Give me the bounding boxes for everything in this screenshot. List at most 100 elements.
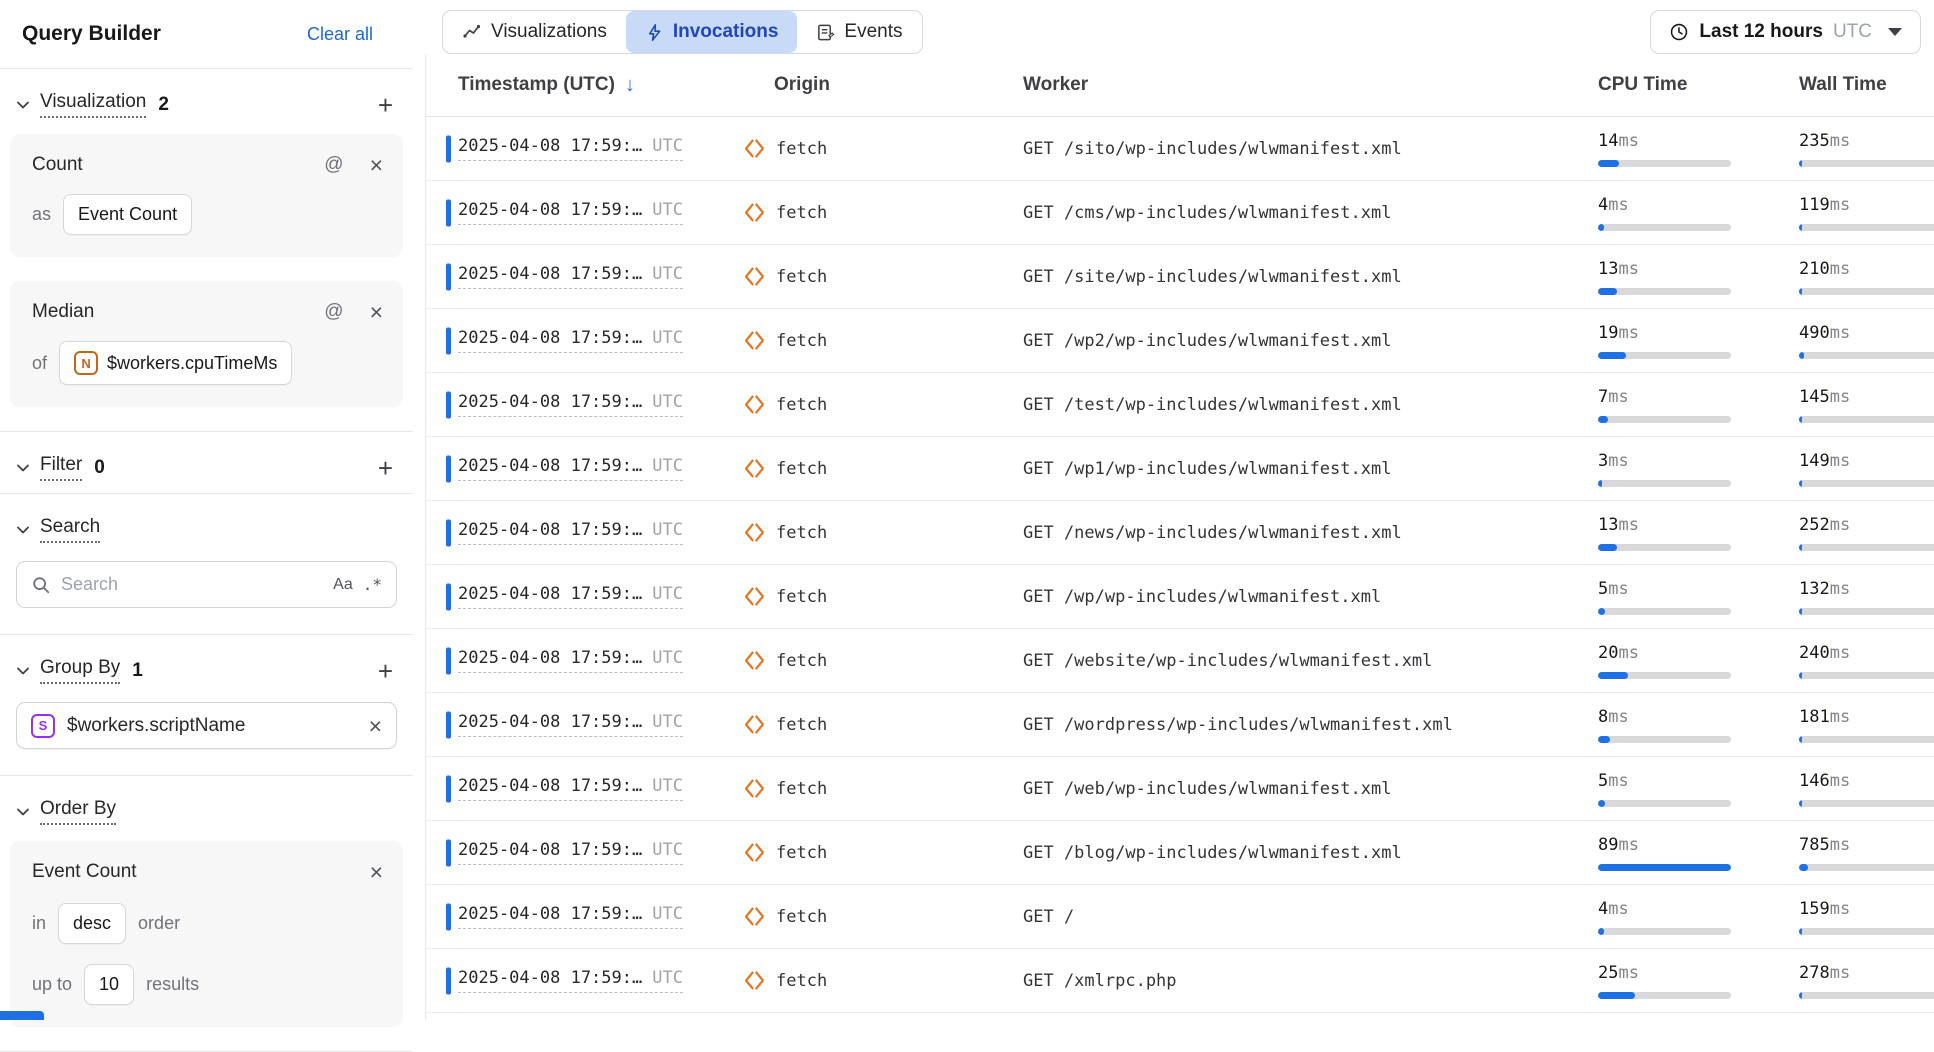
cpu-time-unit: ms [1608, 387, 1628, 407]
group-by-field-name: $workers.scriptName [67, 715, 245, 737]
lightning-bolt-icon [645, 23, 664, 42]
timestamp-timezone: UTC [652, 264, 683, 284]
tab-invocations[interactable]: Invocations [626, 11, 798, 53]
column-header-wall-time[interactable]: Wall Time [1799, 74, 1934, 96]
wall-time-unit: ms [1830, 515, 1850, 535]
section-header-visualization[interactable]: Visualization 2 + [0, 69, 413, 130]
timestamp-value: 2025-04-08 17:59:… [458, 776, 642, 796]
cpu-time-unit: ms [1608, 899, 1628, 919]
median-field-button[interactable]: N $workers.cpuTimeMs [59, 341, 292, 385]
wall-time-value: 149 [1799, 451, 1830, 471]
cpu-time-bar [1598, 672, 1731, 679]
time-range-button[interactable]: Last 12 hours UTC [1650, 10, 1921, 54]
table-row[interactable]: 2025-04-08 17:59:…UTC fetch GET /blog/wp… [426, 821, 1934, 885]
cpu-time-value: 13 [1598, 515, 1618, 535]
match-case-icon[interactable]: Aa [333, 576, 353, 594]
search-box: Aa .* [16, 561, 397, 608]
add-visualization-button[interactable]: + [374, 95, 397, 115]
table-row[interactable]: 2025-04-08 17:59:…UTC fetch GET /wp1/wp-… [426, 437, 1934, 501]
timestamp-cell: 2025-04-08 17:59:…UTC [458, 904, 683, 929]
close-icon[interactable]: × [370, 156, 383, 174]
wall-time-unit: ms [1830, 579, 1850, 599]
wall-time-value: 181 [1799, 707, 1830, 727]
column-header-cpu-time[interactable]: CPU Time [1598, 74, 1799, 96]
search-input[interactable] [61, 574, 323, 595]
tab-visualizations[interactable]: Visualizations [443, 11, 626, 53]
regex-icon[interactable]: .* [363, 575, 382, 594]
table-row[interactable]: 2025-04-08 17:59:…UTC fetch GET / 4ms 15… [426, 885, 1934, 949]
timestamp-cell: 2025-04-08 17:59:…UTC [458, 200, 683, 225]
origin-label: fetch [776, 459, 827, 479]
cpu-time-unit: ms [1618, 515, 1638, 535]
table-row[interactable]: 2025-04-08 17:59:…UTC fetch GET /cms/wp-… [426, 181, 1934, 245]
cpu-time-unit: ms [1608, 195, 1628, 215]
sort-direction-button[interactable]: desc [58, 903, 126, 944]
table-row[interactable]: 2025-04-08 17:59:…UTC fetch GET /news/wp… [426, 501, 1934, 565]
wall-time-unit: ms [1830, 963, 1850, 983]
origin-label: fetch [776, 651, 827, 671]
table-row[interactable]: 2025-04-08 17:59:…UTC fetch GET /wp2/wp-… [426, 309, 1934, 373]
time-range-label: Last 12 hours [1699, 21, 1823, 43]
cpu-time-value: 19 [1598, 323, 1618, 343]
cpu-time-bar [1598, 992, 1731, 999]
chevron-down-icon [14, 459, 32, 477]
origin-label: fetch [776, 331, 827, 351]
timestamp-timezone: UTC [652, 392, 683, 412]
wall-time-bar [1799, 480, 1934, 487]
wall-time-unit: ms [1830, 771, 1850, 791]
timestamp-value: 2025-04-08 17:59:… [458, 584, 642, 604]
close-icon[interactable]: × [370, 303, 383, 321]
add-group-by-button[interactable]: + [374, 661, 397, 681]
filter-count-badge: 0 [94, 457, 105, 479]
wall-time-value: 210 [1799, 259, 1830, 279]
sort-descending-icon[interactable]: ↓ [625, 74, 635, 97]
timestamp-value: 2025-04-08 17:59:… [458, 264, 642, 284]
add-filter-button[interactable]: + [374, 458, 397, 478]
close-icon[interactable]: × [370, 863, 383, 881]
section-header-group-by[interactable]: Group By 1 + [0, 635, 413, 696]
table-row[interactable]: 2025-04-08 17:59:…UTC fetch GET /site/wp… [426, 245, 1934, 309]
table-row[interactable]: 2025-04-08 17:59:…UTC fetch GET /web/wp-… [426, 757, 1934, 821]
section-header-filter[interactable]: Filter 0 + [0, 432, 413, 493]
table-row[interactable]: 2025-04-08 17:59:…UTC fetch GET /test/wp… [426, 373, 1934, 437]
column-header-worker[interactable]: Worker [1023, 74, 1598, 96]
tab-events[interactable]: Events [797, 11, 921, 53]
number-type-icon: N [74, 351, 98, 375]
chevron-down-icon [14, 662, 32, 680]
up-to-label: up to [32, 974, 72, 995]
column-header-timestamp[interactable]: Timestamp (UTC) ↓ [426, 74, 739, 97]
wall-time-value: 252 [1799, 515, 1830, 535]
close-icon[interactable]: × [369, 717, 382, 735]
table-row[interactable]: 2025-04-08 17:59:…UTC fetch GET /xmlrpc.… [426, 949, 1934, 1013]
section-header-search[interactable]: Search [0, 494, 413, 555]
at-icon[interactable]: @ [324, 301, 343, 323]
table-row[interactable]: 2025-04-08 17:59:…UTC fetch GET /wp/wp-i… [426, 565, 1934, 629]
table-row[interactable]: 2025-04-08 17:59:…UTC fetch GET /sito/wp… [426, 117, 1934, 181]
query-builder-sidebar: Query Builder Clear all Visualization 2 … [0, 0, 413, 1020]
table-row[interactable]: 2025-04-08 17:59:…UTC fetch GET /website… [426, 629, 1934, 693]
clear-all-link[interactable]: Clear all [307, 24, 373, 45]
cpu-time-bar [1598, 608, 1731, 615]
table-row[interactable]: 2025-04-08 17:59:…UTC fetch GET /wordpre… [426, 693, 1934, 757]
chevron-down-icon [14, 96, 32, 114]
timestamp-timezone: UTC [652, 200, 683, 220]
timestamp-timezone: UTC [652, 904, 683, 924]
section-header-order-by[interactable]: Order By [0, 776, 413, 837]
cpu-time-bar [1598, 416, 1731, 423]
worker-request: GET /news/wp-includes/wlwmanifest.xml [1023, 523, 1598, 543]
wall-time-bar [1799, 544, 1934, 551]
timestamp-cell: 2025-04-08 17:59:…UTC [458, 584, 683, 609]
timestamp-cell: 2025-04-08 17:59:…UTC [458, 968, 683, 993]
at-icon[interactable]: @ [324, 154, 343, 176]
fetch-origin-icon [743, 649, 766, 672]
cpu-time-value: 14 [1598, 131, 1618, 151]
count-alias-button[interactable]: Event Count [63, 194, 192, 235]
column-header-origin[interactable]: Origin [739, 74, 1023, 96]
result-limit-input[interactable]: 10 [84, 964, 134, 1005]
origin-label: fetch [776, 203, 827, 223]
row-accent-bar [446, 839, 451, 866]
group-by-field-chip[interactable]: S $workers.scriptName × [16, 702, 397, 749]
count-card: Count @ × as Event Count [10, 134, 403, 257]
wall-time-unit: ms [1830, 387, 1850, 407]
origin-label: fetch [776, 907, 827, 927]
